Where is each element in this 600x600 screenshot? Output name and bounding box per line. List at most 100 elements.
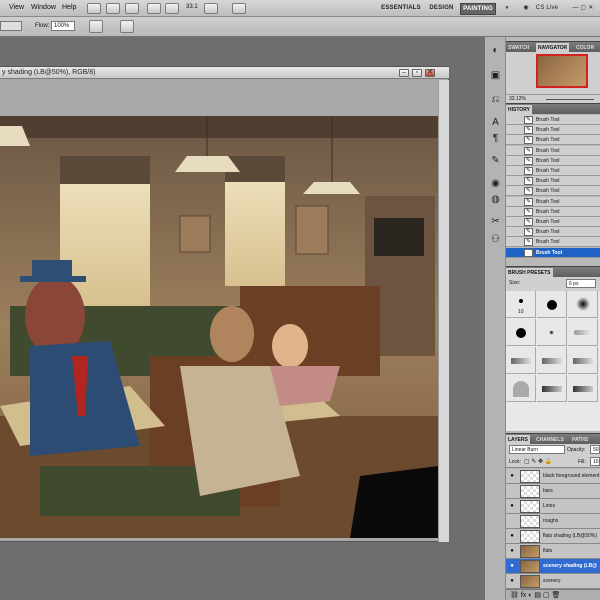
menu-window[interactable]: Window [31, 4, 56, 11]
history-item[interactable]: ✎ Brush Tool [506, 115, 600, 125]
brush-tip-pencil[interactable] [568, 319, 598, 346]
layer-name: Lines [543, 503, 555, 509]
flow-label: Flow: [35, 23, 50, 29]
masks-icon[interactable]: ◍ [489, 194, 502, 206]
layer-actions-icons[interactable]: ⛓ fx ◐ ▤ ▢ 🗑 [510, 591, 560, 599]
tab-history[interactable]: HISTORY [506, 105, 532, 115]
flow-input[interactable]: 100% [51, 21, 75, 31]
zoom-tool-icon[interactable] [165, 3, 179, 14]
arrange-documents-icon[interactable] [204, 3, 218, 14]
navigator-zoom-slider[interactable] [546, 99, 594, 100]
brush-tip-bristle-3[interactable] [568, 347, 598, 374]
layer-row[interactable]: ● flats [506, 544, 600, 559]
layer-row[interactable]: ● flats shading (LB@50%) [506, 529, 600, 544]
workspace-design[interactable]: DESIGN [428, 3, 455, 15]
character-icon[interactable]: A [489, 117, 502, 129]
more-workspaces-button[interactable]: » [502, 3, 512, 15]
visibility-eye-icon[interactable]: ● [508, 578, 516, 585]
tablet-pressure-icon[interactable] [120, 20, 134, 33]
brush-tip-fan[interactable] [506, 375, 536, 402]
screen-mode-icon[interactable] [232, 3, 246, 14]
visibility-eye-icon[interactable]: ● [508, 503, 516, 510]
airbrush-icon[interactable] [89, 20, 103, 33]
restore-button[interactable]: ▫ [412, 69, 422, 77]
visibility-eye-icon[interactable]: ● [508, 548, 516, 555]
history-item[interactable]: ✎ Brush Tool [506, 145, 600, 156]
brush-icon[interactable]: ✎ [489, 155, 502, 167]
brush-tool-icon: ✎ [524, 238, 533, 247]
vertical-scrollbar[interactable] [438, 80, 449, 542]
layer-thumbnail [520, 470, 540, 483]
history-item[interactable]: ✎ Brush Tool [506, 237, 600, 248]
history-panel-icon[interactable]: ⎌ [489, 94, 502, 106]
brush-size-input[interactable]: 6 px [566, 279, 596, 288]
brush-tip-bristle-2[interactable] [537, 347, 567, 374]
bridge-icon[interactable] [87, 3, 101, 14]
brush-tool-icon: ✎ [524, 126, 533, 135]
workspace-painting[interactable]: PAINTING [460, 3, 496, 15]
opacity-field[interactable] [0, 21, 22, 31]
history-item[interactable]: ✎ Brush Tool [506, 176, 600, 187]
brush-tip-soft-round[interactable] [568, 291, 598, 318]
cs-live-button[interactable]: CS Live [531, 3, 563, 15]
image-icon[interactable]: ▣ [489, 70, 502, 82]
styles-icon[interactable]: ◉ [489, 178, 502, 190]
history-item-label: Brush Tool [536, 178, 560, 185]
brush-tip-bristle-5[interactable] [568, 375, 598, 402]
history-item[interactable]: ✎ Brush Tool [506, 247, 600, 258]
history-item[interactable]: ✎ Brush Tool [506, 125, 600, 136]
navigator-thumbnail[interactable] [536, 54, 588, 88]
history-item[interactable]: ✎ Brush Tool [506, 135, 600, 146]
zoom-level[interactable]: 33.1 [186, 4, 198, 10]
color-wheel-icon[interactable]: ◐ [489, 45, 502, 57]
layer-row[interactable]: ● black foreground element [506, 469, 600, 484]
clone-source-icon[interactable]: ⚇ [489, 234, 502, 246]
minimize-button[interactable]: – [399, 69, 409, 77]
history-item[interactable]: ✎ Brush Tool [506, 186, 600, 197]
visibility-eye-icon[interactable] [508, 488, 516, 495]
close-button[interactable]: ✕ [425, 69, 435, 77]
brush-tip-soft-small[interactable] [537, 319, 567, 346]
menu-help[interactable]: Help [62, 4, 76, 11]
history-item[interactable]: ✎ Brush Tool [506, 196, 600, 207]
minibridge-icon[interactable] [106, 3, 120, 14]
panel-dock: SWATCH NAVIGATOR COLOR 33.12% HISTORY ✎ B… [506, 37, 600, 600]
history-item[interactable]: ✎ Brush Tool [506, 206, 600, 217]
visibility-eye-icon[interactable]: ● [508, 563, 516, 570]
hand-tool-icon[interactable] [147, 3, 161, 14]
window-controls[interactable]: — ▢ ✕ [570, 3, 596, 15]
opacity-input[interactable]: 50 [590, 445, 600, 454]
blend-mode-select[interactable]: Linear Burn [509, 445, 565, 454]
navigator-zoom-value[interactable]: 33.12% [509, 96, 526, 102]
visibility-eye-icon[interactable]: ● [508, 533, 516, 540]
workspace-essentials[interactable]: ESSENTIALS [378, 3, 424, 15]
tools-icon[interactable]: ✂ [489, 216, 502, 228]
menu-view[interactable]: View [9, 4, 24, 11]
navigator-panel [506, 52, 600, 94]
layer-row[interactable]: ● scenery [506, 574, 600, 589]
brush-tip-bristle-4[interactable] [537, 375, 567, 402]
layer-row[interactable]: ● Lines [506, 499, 600, 514]
history-item[interactable]: ✎ Brush Tool [506, 155, 600, 166]
brush-tip-hard-round[interactable] [537, 291, 567, 318]
history-item-label: Brush Tool [536, 208, 560, 215]
pasteboard [0, 80, 438, 116]
visibility-eye-icon[interactable]: ● [508, 473, 516, 480]
layer-row[interactable]: roughs [506, 514, 600, 529]
history-item[interactable]: ✎ Brush Tool [506, 227, 600, 238]
history-item[interactable]: ✎ Brush Tool [506, 217, 600, 227]
layer-row[interactable]: bars [506, 484, 600, 499]
visibility-eye-icon[interactable] [508, 518, 516, 525]
extras-icon[interactable] [125, 3, 139, 14]
lock-icons[interactable]: ▢ ✎ ✥ 🔒 [524, 458, 552, 465]
fill-input[interactable]: 10 [590, 457, 600, 466]
canvas-artwork[interactable] [0, 116, 438, 538]
layer-name: scenery [543, 578, 561, 584]
document-tab[interactable]: y shading (LB@50%), RGB/8) – ▫ ✕ [0, 67, 449, 79]
history-item[interactable]: ✎ Brush Tool [506, 166, 600, 176]
layer-row[interactable]: ● scenery shading (LB@ [506, 559, 600, 574]
brush-tip-hard-10[interactable]: 10 [506, 291, 536, 318]
paragraph-icon[interactable]: ¶ [489, 133, 502, 145]
brush-tip-bristle-1[interactable] [506, 347, 536, 374]
brush-tip-hard-large[interactable] [506, 319, 536, 346]
